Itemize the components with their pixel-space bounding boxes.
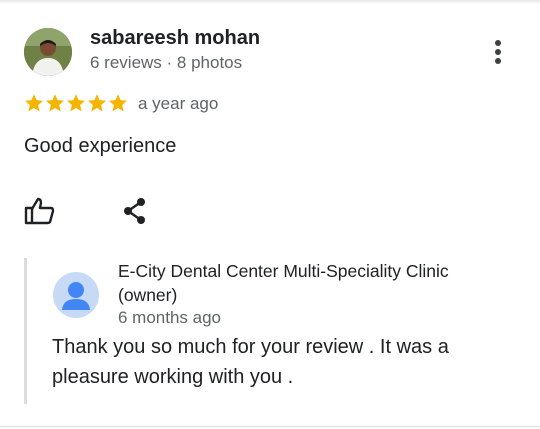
- review-text: Good experience: [24, 135, 177, 157]
- thumbs-up-icon[interactable]: [24, 196, 56, 226]
- author-meta: 6 reviews · 8 photos: [90, 53, 243, 72]
- star-rating: [24, 93, 129, 113]
- bottom-divider: [0, 426, 540, 427]
- top-divider: [0, 0, 540, 4]
- more-vert-icon[interactable]: [486, 36, 510, 68]
- owner-reply-time: 6 months ago: [118, 308, 222, 327]
- star-icon: [109, 94, 127, 112]
- author-avatar[interactable]: [24, 28, 72, 76]
- star-icon: [25, 94, 43, 112]
- star-icon: [46, 94, 64, 112]
- review-time: a year ago: [138, 94, 219, 113]
- share-icon[interactable]: [120, 196, 150, 226]
- owner-name: E-City Dental Center Multi-Speciality Cl…: [118, 261, 449, 305]
- owner-reply-text: Thank you so much for your review . It w…: [52, 336, 449, 388]
- star-icon: [88, 94, 106, 112]
- author-name[interactable]: sabareesh mohan: [90, 27, 260, 50]
- owner-avatar: [53, 272, 99, 318]
- star-icon: [67, 94, 85, 112]
